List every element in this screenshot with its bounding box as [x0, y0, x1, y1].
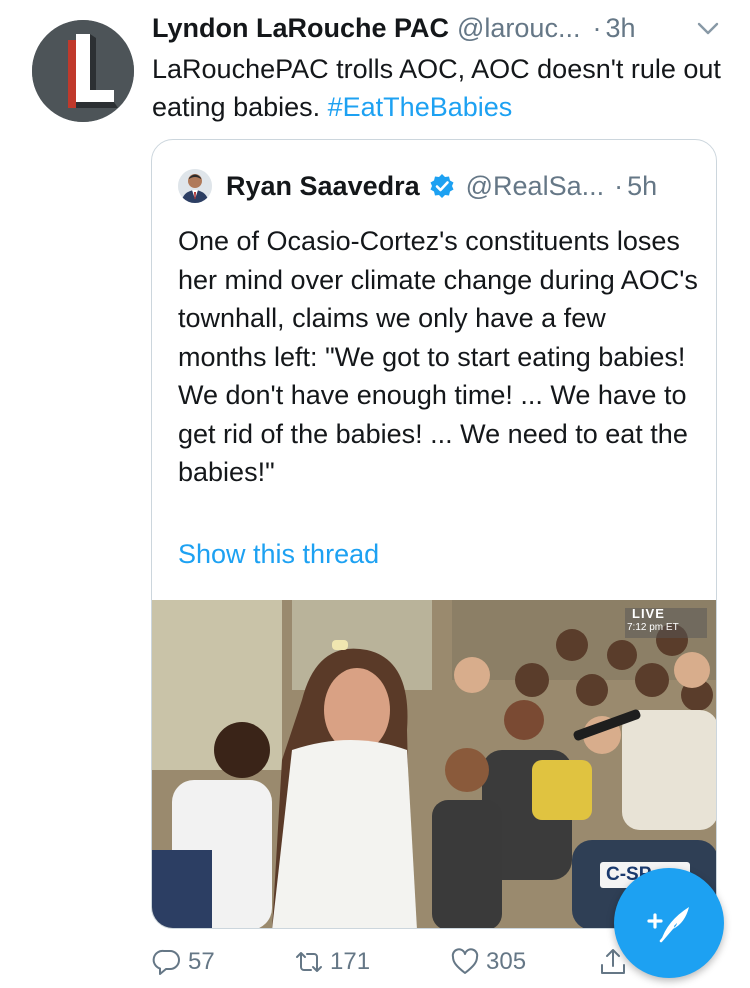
show-thread-link[interactable]: Show this thread: [178, 539, 379, 570]
author-handle[interactable]: @larouc...: [457, 13, 580, 44]
live-badge: LIVE: [632, 606, 665, 621]
larouche-logo-icon: [32, 20, 134, 122]
tweet-header: Lyndon LaRouche PAC @larouc... · 3h: [152, 8, 732, 48]
verified-badge-icon: [430, 174, 454, 198]
separator-dot: ·: [592, 12, 602, 43]
compose-feather-icon: [647, 907, 689, 943]
tweet-action-bar: 57 171 305: [152, 942, 652, 982]
reply-button[interactable]: 57: [152, 942, 215, 982]
quoted-tweet-header: Ryan Saavedra @RealSa... · 5h: [178, 168, 657, 204]
author-avatar[interactable]: [32, 20, 134, 122]
quoted-author-name[interactable]: Ryan Saavedra: [226, 171, 420, 202]
like-count: 305: [486, 948, 527, 975]
tweet-text: LaRouchePAC trolls AOC, AOC doesn't rule…: [152, 50, 732, 126]
retweet-count: 171: [330, 948, 371, 975]
live-timestamp: 7:12 pm ET: [627, 622, 679, 633]
reply-count: 57: [188, 948, 215, 975]
quoted-video-thumbnail[interactable]: LIVE 7:12 pm ET C-SP: [152, 600, 716, 928]
chevron-down-icon[interactable]: [694, 14, 722, 42]
author-name[interactable]: Lyndon LaRouche PAC: [152, 13, 449, 44]
compose-tweet-button[interactable]: [614, 868, 724, 978]
like-button[interactable]: 305: [450, 942, 526, 982]
separator-dot: ·: [614, 170, 624, 201]
heart-icon: [451, 948, 479, 974]
retweet-icon: [296, 952, 322, 972]
tweet-timestamp[interactable]: 3h: [605, 13, 635, 44]
quoted-tweet-card[interactable]: Ryan Saavedra @RealSa... · 5h One of Oca…: [151, 139, 717, 929]
quoted-timestamp[interactable]: 5h: [627, 171, 657, 202]
profile-avatar-icon[interactable]: [178, 169, 212, 203]
reply-icon: [152, 949, 180, 975]
hashtag-link[interactable]: #EatTheBabies: [328, 92, 513, 122]
retweet-button[interactable]: 171: [294, 942, 370, 982]
quoted-tweet-text: One of Ocasio-Cortez's constituents lose…: [178, 226, 698, 487]
quoted-author-handle[interactable]: @RealSa...: [466, 171, 604, 202]
